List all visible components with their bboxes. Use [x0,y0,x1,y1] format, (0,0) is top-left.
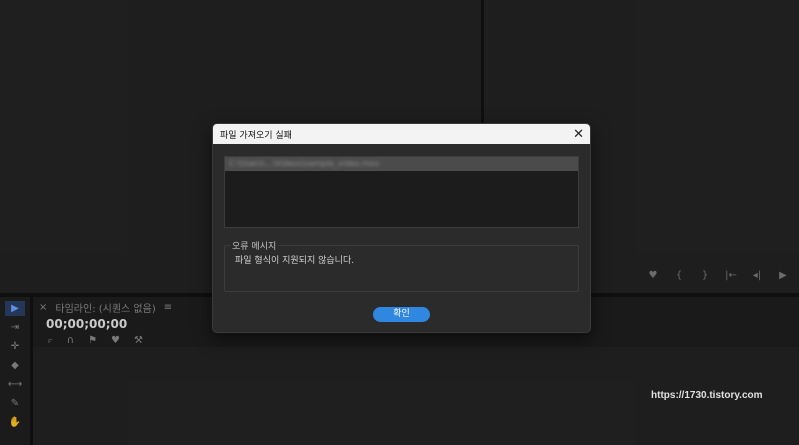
error-message-group: 오류 메시지 파일 형식이 지원되지 않습니다. [224,239,579,292]
import-failed-dialog: 파일 가져오기 실패 ✕ C:\Users\...\Videos\sample_… [212,123,591,333]
ok-button[interactable]: 확인 [373,307,430,322]
dialog-titlebar[interactable]: 파일 가져오기 실패 ✕ [213,124,590,144]
list-item[interactable]: C:\Users\...\Videos\sample_video.mov [225,157,578,171]
failed-files-list[interactable]: C:\Users\...\Videos\sample_video.mov [224,156,579,228]
close-icon[interactable]: ✕ [573,127,584,142]
file-path: C:\Users\...\Videos\sample_video.mov [229,159,380,168]
error-message-legend: 오류 메시지 [230,239,279,252]
dialog-title: 파일 가져오기 실패 [220,130,292,141]
error-message-text: 파일 형식이 지원되지 않습니다. [235,256,355,266]
